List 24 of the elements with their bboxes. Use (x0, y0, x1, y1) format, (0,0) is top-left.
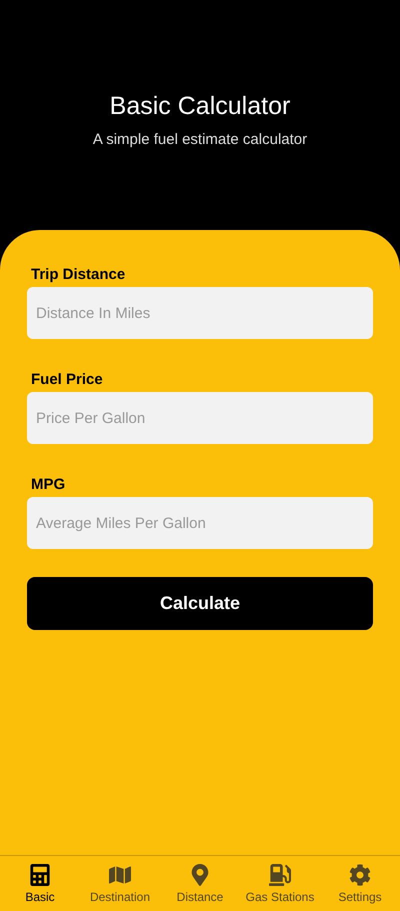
field-label: Fuel Price (31, 371, 104, 388)
fuel-pump-icon (269, 864, 291, 886)
map-pin-icon (189, 864, 211, 886)
map-icon (109, 864, 131, 886)
input-field[interactable]: Distance In Miles (27, 287, 373, 339)
tab-label: Settings (338, 890, 382, 904)
tab[interactable]: Gas Stations (240, 856, 320, 911)
tab-label: Basic (25, 890, 55, 904)
page-subtitle: A simple fuel estimate calculator (92, 131, 308, 148)
tab[interactable]: Basic (0, 856, 80, 911)
input-field[interactable]: Price Per Gallon (27, 392, 373, 444)
tab-label: Gas Stations (246, 890, 314, 904)
field-label: Trip Distance (31, 266, 126, 283)
calculator-icon (29, 864, 51, 886)
page-title: Basic Calculator (110, 92, 290, 121)
calculate-button[interactable]: Calculate (27, 577, 373, 630)
field-label: MPG (31, 476, 66, 493)
tab-label: Distance (176, 890, 224, 904)
tab[interactable]: Distance (160, 856, 240, 911)
tab[interactable]: Destination (80, 856, 160, 911)
tab[interactable]: Settings (320, 856, 400, 911)
input-field[interactable]: Average Miles Per Gallon (27, 497, 373, 549)
settings-icon (349, 864, 371, 886)
tab-label: Destination (90, 890, 150, 904)
